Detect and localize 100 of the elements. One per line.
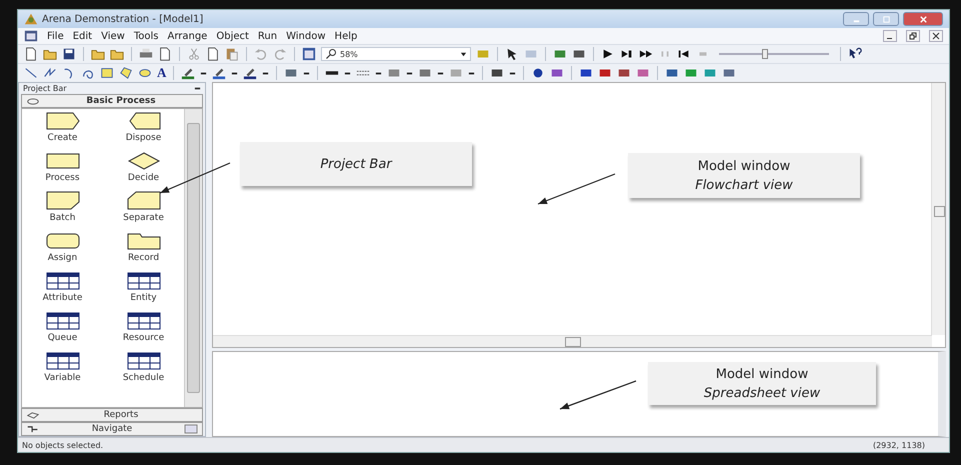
caret-icon[interactable] <box>344 70 352 76</box>
module-label: Attribute <box>42 293 82 303</box>
dropdown-icon[interactable] <box>460 50 467 58</box>
cursor-coordinates: (2932, 1138) <box>872 440 925 450</box>
menu-item[interactable]: View <box>101 30 125 42</box>
module-shape-icon[interactable] <box>44 151 80 171</box>
polyline-icon[interactable] <box>43 66 57 80</box>
menu-item[interactable]: Edit <box>72 30 92 42</box>
folder-icon[interactable] <box>110 47 124 61</box>
ellipse-icon[interactable] <box>138 66 152 80</box>
help-pointer-icon[interactable] <box>848 47 862 61</box>
module-label: Batch <box>50 213 76 223</box>
paste-icon[interactable] <box>225 47 239 61</box>
close-icon <box>918 14 928 24</box>
scrollbar[interactable] <box>184 109 202 407</box>
project-bar-title: Project Bar <box>23 84 67 93</box>
restore-icon <box>909 32 917 40</box>
caret-icon[interactable] <box>468 70 476 76</box>
module-shape-icon[interactable] <box>126 191 162 211</box>
report-icon <box>26 410 40 420</box>
module-label: Record <box>128 253 160 263</box>
caret-icon[interactable] <box>375 70 382 76</box>
status-message: No objects selected. <box>22 440 104 450</box>
module-label: Dispose <box>126 133 162 143</box>
folder-icon[interactable] <box>91 47 105 61</box>
callout-text: Spreadsheet view <box>704 384 820 402</box>
pin-icon[interactable] <box>194 85 201 92</box>
panel-button[interactable]: Navigate <box>21 422 203 436</box>
module-label: Assign <box>48 253 78 263</box>
module-shape-icon[interactable] <box>126 231 162 251</box>
module-label: Variable <box>44 373 81 383</box>
module-label: Separate <box>123 213 164 223</box>
fill-color-icon[interactable] <box>212 66 226 80</box>
close-icon <box>932 32 940 40</box>
module-label: Process <box>45 173 80 183</box>
panel-header[interactable]: Basic Process <box>21 94 203 108</box>
caret-icon[interactable] <box>437 70 444 76</box>
panel-title: Basic Process <box>85 96 157 106</box>
zoom-value: 58% <box>340 50 358 58</box>
play-icon[interactable] <box>601 47 615 61</box>
module-label: Queue <box>48 333 78 343</box>
scrollbar[interactable] <box>931 83 945 335</box>
window-icon[interactable] <box>302 47 316 61</box>
text-color-icon[interactable] <box>243 66 258 80</box>
table-icon[interactable] <box>44 351 80 371</box>
text-tool[interactable]: A <box>157 66 166 80</box>
navigate-icon <box>26 424 40 434</box>
line-color-icon[interactable] <box>181 66 196 80</box>
menu-item[interactable]: Help <box>334 30 358 42</box>
menu-item[interactable]: Run <box>258 30 278 42</box>
module-label: Schedule <box>122 373 164 383</box>
panel-button[interactable]: Reports <box>21 408 203 422</box>
restore-button[interactable] <box>906 30 920 42</box>
menu-item[interactable]: Object <box>216 30 249 42</box>
minimize-button[interactable] <box>883 30 897 42</box>
new-file-icon[interactable] <box>24 47 38 61</box>
pointer-icon[interactable] <box>505 47 519 61</box>
thumbnail-icon[interactable] <box>184 424 198 434</box>
zoom-field[interactable]: 58% <box>321 47 471 61</box>
open-folder-icon[interactable] <box>43 47 57 61</box>
menu-item[interactable]: File <box>47 30 64 42</box>
table-icon[interactable] <box>44 271 80 291</box>
caret-icon[interactable] <box>231 70 238 76</box>
caret-icon[interactable] <box>303 70 310 76</box>
line-icon[interactable] <box>24 66 38 80</box>
document-icon[interactable] <box>24 29 38 43</box>
callout-text: Project Bar <box>320 156 392 174</box>
arrow <box>160 162 230 194</box>
module-shape-icon[interactable] <box>44 111 80 131</box>
slider-thumb[interactable] <box>762 49 768 59</box>
app-icon <box>24 12 38 26</box>
module-label: Entity <box>130 293 157 303</box>
caret-icon[interactable] <box>406 70 414 76</box>
scrollbar[interactable] <box>213 335 932 347</box>
table-icon[interactable] <box>126 271 162 291</box>
callout-text: Model window <box>698 158 790 176</box>
callout-text: Flowchart view <box>695 176 793 194</box>
module-shape-icon[interactable] <box>126 151 162 171</box>
rectangle-icon[interactable] <box>100 66 114 80</box>
caret-icon[interactable] <box>200 70 208 76</box>
table-icon[interactable] <box>126 351 162 371</box>
panel-icon <box>26 96 40 106</box>
callout-text: Model window <box>716 366 808 384</box>
module-label: Create <box>48 133 78 143</box>
print-preview-icon[interactable] <box>158 47 172 61</box>
table-icon[interactable] <box>44 311 80 331</box>
module-label: Decide <box>128 173 160 183</box>
module-shape-icon[interactable] <box>44 191 80 211</box>
table-icon[interactable] <box>126 311 162 331</box>
polygon-icon[interactable] <box>119 66 133 80</box>
close-button[interactable] <box>929 30 943 42</box>
menu-item[interactable]: Window <box>286 30 326 42</box>
menu-item[interactable]: Tools <box>134 30 158 42</box>
menu-item[interactable]: Arrange <box>167 30 208 42</box>
zoom-icon <box>325 48 337 60</box>
caret-icon[interactable] <box>262 70 270 76</box>
caret-icon[interactable] <box>509 70 516 76</box>
module-shape-icon[interactable] <box>44 231 80 251</box>
maximize-icon <box>882 14 890 24</box>
window-title: Arena Demonstration - [Model1] <box>42 14 204 24</box>
